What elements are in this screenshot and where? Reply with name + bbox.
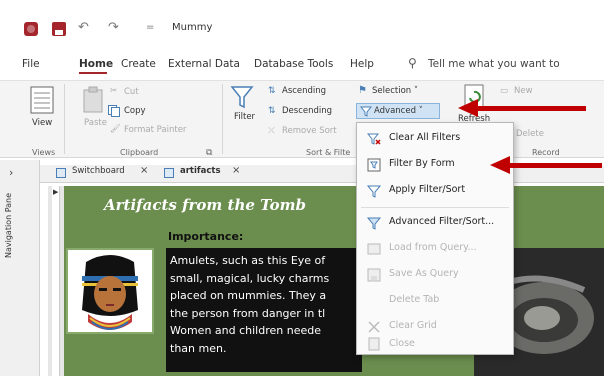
load-query-icon (367, 243, 381, 255)
menu-item-label: Advanced Filter/Sort... (389, 216, 495, 227)
navigation-pane-label[interactable]: Navigation Pane (4, 193, 13, 258)
access-app-icon (24, 22, 38, 36)
form-tab-icon (164, 168, 174, 178)
clipboard-launcher-icon[interactable]: ⧉ (206, 148, 212, 158)
expand-nav-chevron-icon[interactable]: › (9, 166, 13, 179)
records-group-label: Record (532, 148, 560, 157)
tab-artifacts[interactable]: artifacts (180, 166, 221, 176)
menu-item-delete-tab[interactable]: Delete Tab (357, 289, 513, 313)
redo-icon[interactable]: ↷ (108, 20, 119, 35)
menu-item-apply-filter-sort[interactable]: Apply Filter/Sort (357, 179, 513, 203)
save-query-icon (367, 268, 381, 282)
copy-button[interactable]: Copy (124, 106, 146, 116)
close-switchboard-tab-icon[interactable]: × (140, 165, 148, 176)
menu-external-data[interactable]: External Data (168, 58, 240, 70)
menu-item-label: Filter By Form (389, 158, 455, 169)
description-line: the person from danger in tl (170, 306, 326, 320)
menu-help[interactable]: Help (350, 58, 374, 70)
advanced-filter-icon (367, 217, 381, 230)
sort-ascending-icon[interactable]: ⇅ (268, 86, 276, 96)
menu-create[interactable]: Create (121, 58, 156, 70)
description-line: placed on mummies. They a (170, 289, 327, 302)
advanced-button[interactable]: Advanced ˅ (374, 106, 423, 116)
descending-button[interactable]: Descending (282, 106, 332, 116)
document-title: Mummy (172, 22, 213, 33)
new-record-icon[interactable]: ▭ (500, 86, 508, 96)
filter-button[interactable]: Filter (234, 112, 255, 122)
views-group-label: Views (32, 148, 56, 157)
remove-sort-icon[interactable]: ⤫ (268, 126, 275, 136)
clear-filter-icon (367, 133, 381, 145)
paste-icon[interactable] (82, 86, 104, 114)
copy-icon[interactable] (108, 105, 120, 117)
tell-me-box[interactable]: Tell me what you want to (428, 58, 560, 70)
active-tab-underline (79, 72, 107, 74)
menu-item-label: Clear All Filters (389, 132, 461, 143)
importance-description-field[interactable]: Amulets, such as this Eye of small, magi… (166, 248, 362, 372)
delete-record-button[interactable]: Delete (516, 129, 544, 139)
paste-button[interactable]: Paste (84, 118, 107, 128)
title-bar (0, 10, 604, 46)
tab-switchboard[interactable]: Switchboard (72, 166, 125, 176)
menu-separator (361, 207, 509, 208)
ribbon-separator (222, 84, 223, 154)
quick-access-customize-icon[interactable]: = (146, 22, 154, 33)
selection-icon[interactable]: ⚑ (358, 85, 367, 96)
menu-home[interactable]: Home (79, 58, 113, 70)
annotation-arrow-head (458, 99, 478, 117)
description-line: Women and children neede (170, 324, 321, 337)
menu-item-clear-all-filters[interactable]: Clear All Filters (357, 127, 513, 151)
importance-label: Importance: (168, 230, 244, 243)
menu-item-save-as-query[interactable]: Save As Query (357, 263, 513, 287)
menu-item-label: Clear Grid (389, 320, 437, 331)
clear-grid-icon (368, 321, 380, 333)
menu-database-tools[interactable]: Database Tools (254, 58, 333, 70)
annotation-arrow-head (490, 156, 510, 174)
selection-button[interactable]: Selection ˅ (372, 86, 418, 96)
apply-filter-icon (367, 185, 381, 198)
form-tab-icon (56, 168, 66, 178)
form-title: Artifacts from the Tomb (104, 196, 306, 214)
record-selector-icon[interactable]: ▶ (53, 188, 58, 196)
annotation-arrow-filter-by-form (508, 163, 602, 168)
sort-descending-icon[interactable]: ⇅ (268, 106, 276, 116)
format-painter-icon[interactable]: 🖌 (110, 124, 121, 134)
ascending-button[interactable]: Ascending (282, 86, 326, 96)
advanced-filter-icon[interactable] (360, 105, 372, 117)
menu-item-label: Delete Tab (389, 294, 440, 305)
pharaoh-mask-image (66, 248, 154, 334)
menu-item-label: Apply Filter/Sort (389, 184, 466, 195)
menu-item-label: Load from Query... (389, 242, 477, 253)
menu-item-load-from-query[interactable]: Load from Query... (357, 237, 513, 261)
description-line: than men. (170, 341, 227, 355)
cut-button[interactable]: Cut (124, 87, 139, 97)
menu-item-label: Save As Query (389, 268, 459, 279)
sort-filter-group-label: Sort & Filte (306, 148, 351, 157)
format-painter-button[interactable]: Format Painter (124, 125, 186, 135)
cut-icon[interactable]: ✂ (110, 86, 117, 96)
close-artifacts-tab-icon[interactable]: × (232, 165, 240, 176)
record-selector-bar[interactable] (52, 186, 60, 376)
remove-sort-button[interactable]: Remove Sort (282, 126, 337, 136)
menu-item-advanced-filter-sort[interactable]: Advanced Filter/Sort... (357, 211, 513, 235)
ribbon-separator (64, 84, 65, 154)
new-record-button[interactable]: New (514, 86, 533, 96)
view-button[interactable]: View (32, 118, 52, 128)
description-line: Amulets, such as this Eye of (170, 254, 326, 267)
description-line: small, magical, lucky charms (170, 271, 330, 285)
menu-item-close[interactable]: Close (357, 335, 513, 355)
annotation-arrow-advanced (476, 106, 586, 111)
clipboard-group-label: Clipboard (120, 148, 159, 157)
close-icon (368, 337, 380, 351)
save-icon[interactable] (52, 22, 66, 36)
filter-icon[interactable] (230, 84, 254, 110)
menu-item-label: Close (389, 338, 415, 349)
undo-icon[interactable]: ↶ (78, 20, 89, 35)
menu-file[interactable]: File (22, 58, 40, 70)
view-icon[interactable] (30, 86, 54, 114)
filter-by-form-icon (367, 158, 381, 172)
search-icon: ⚲ (408, 56, 417, 70)
